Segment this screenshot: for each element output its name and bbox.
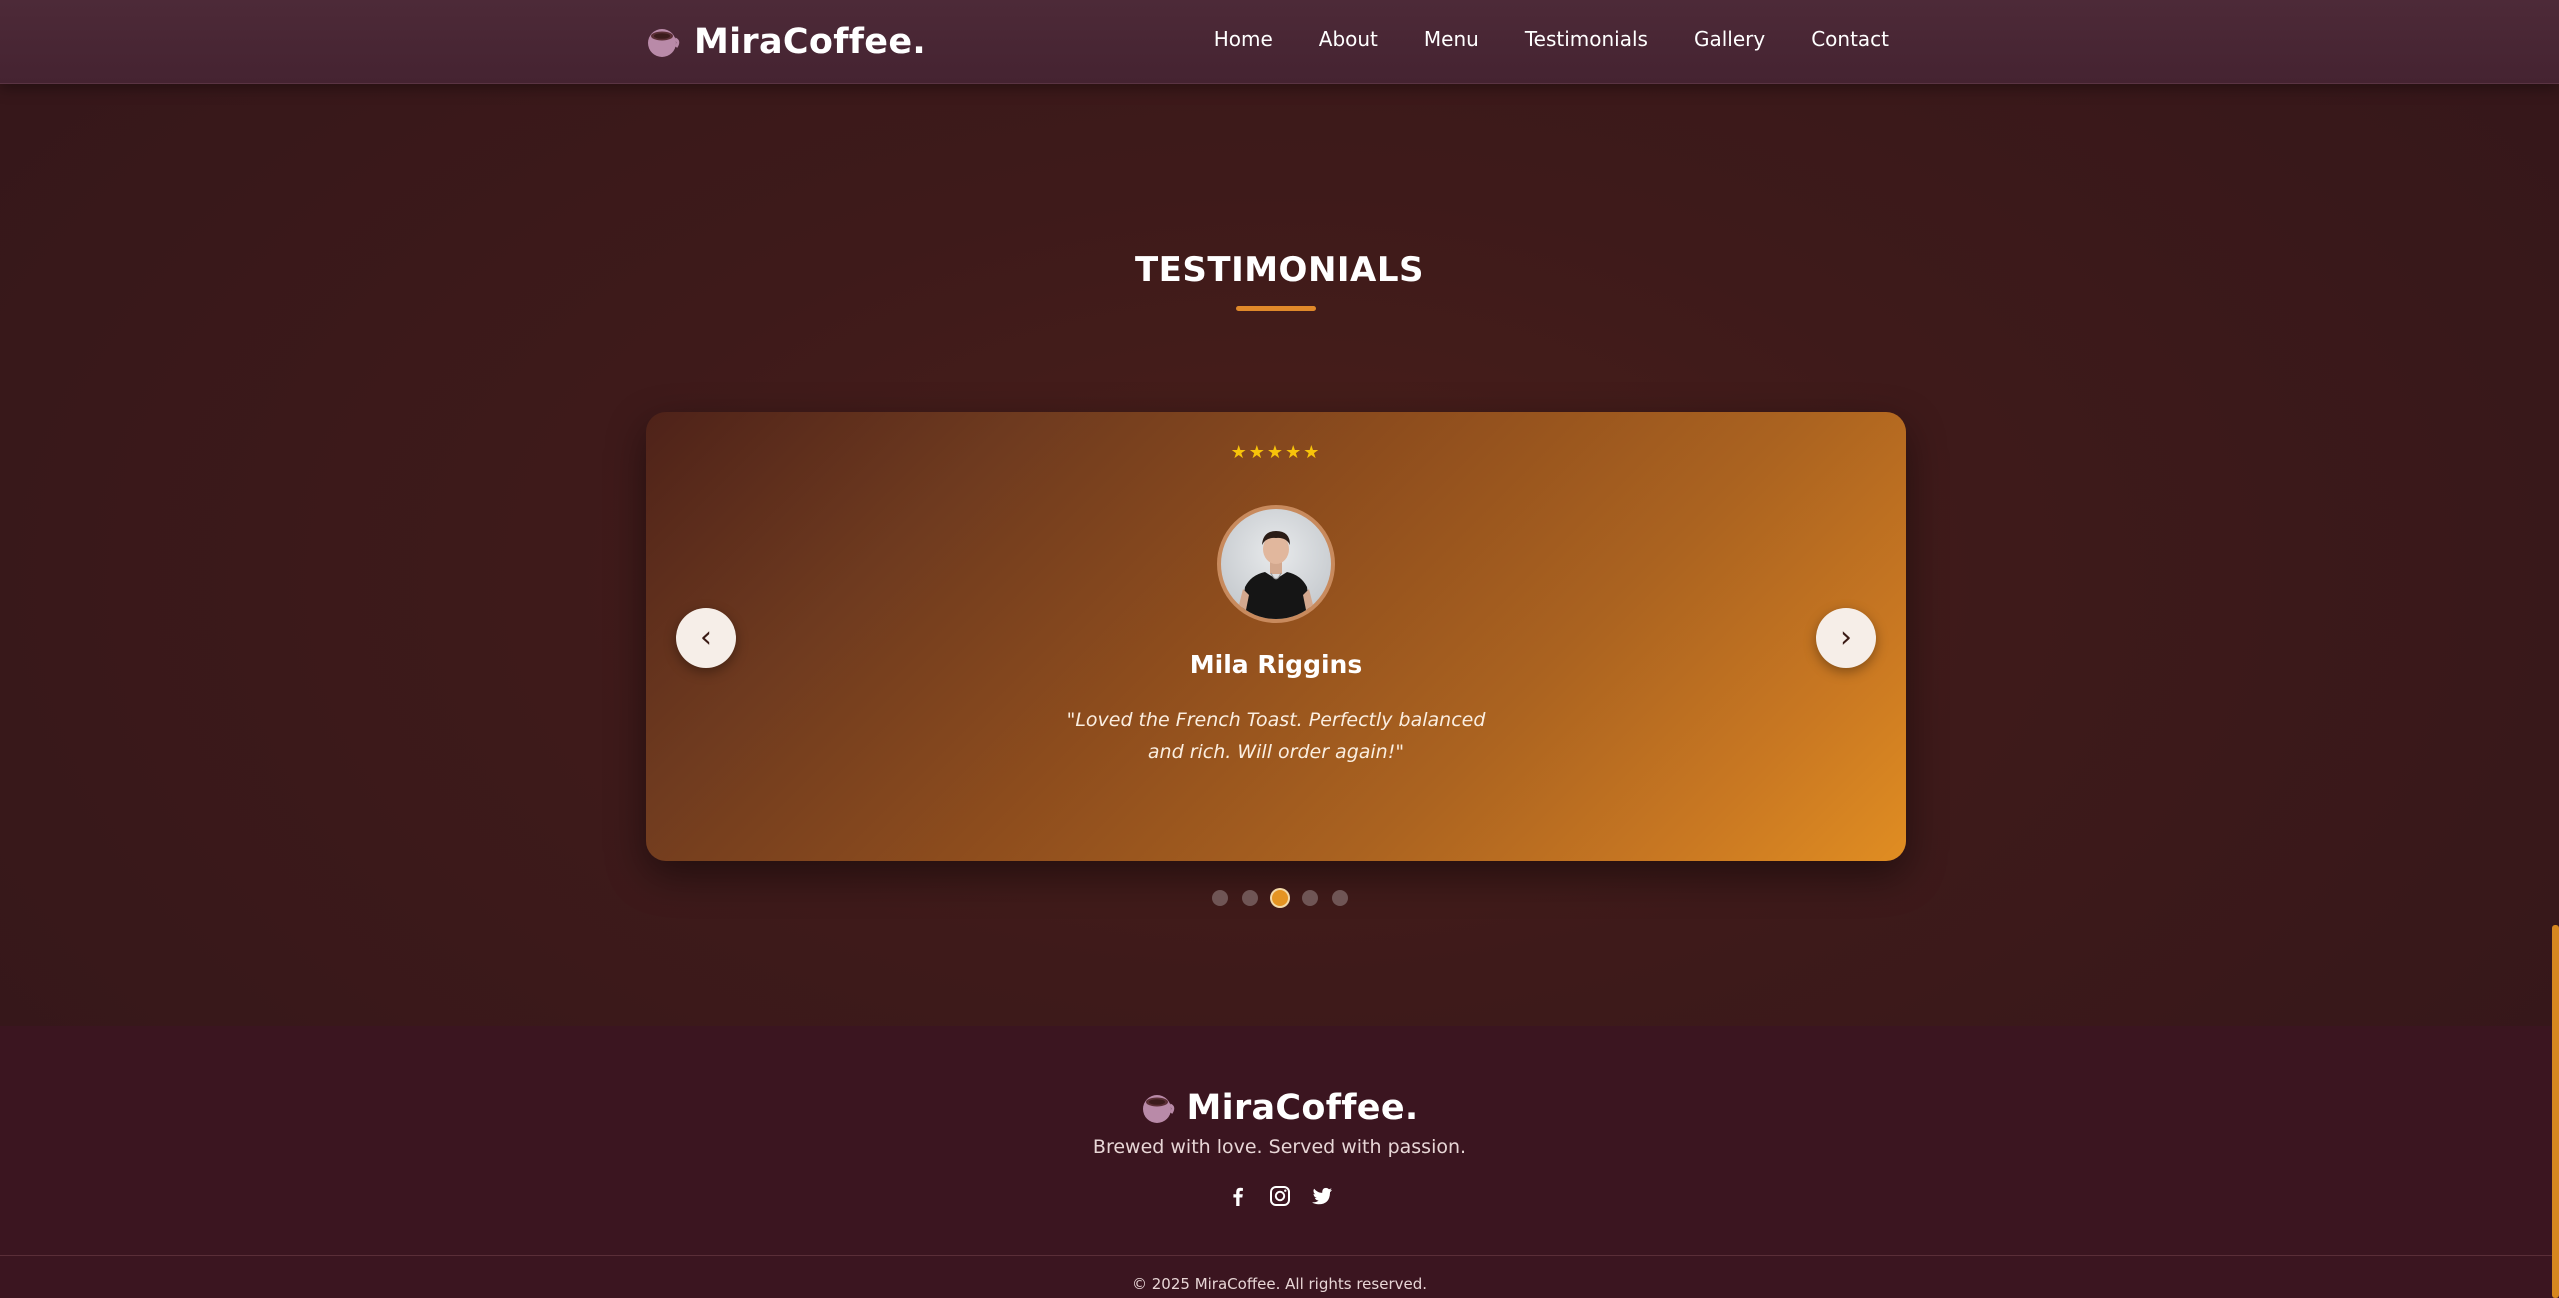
person-photo-icon bbox=[1237, 531, 1315, 619]
carousel-dot-5[interactable] bbox=[1331, 890, 1348, 906]
section-title: TESTIMONIALS bbox=[1134, 250, 1425, 290]
instagram-icon[interactable] bbox=[1268, 1184, 1292, 1208]
carousel-dots bbox=[0, 890, 2559, 906]
footer-divider bbox=[0, 1255, 2559, 1256]
nav-link-gallery[interactable]: Gallery bbox=[1694, 24, 1765, 54]
coffee-cup-icon bbox=[648, 29, 680, 57]
footer-tagline: Brewed with love. Served with passion. bbox=[1092, 1136, 1467, 1158]
brand-name: MiraCoffee. bbox=[694, 22, 926, 62]
brand-logo[interactable]: MiraCoffee. bbox=[646, 18, 926, 66]
scrollbar-thumb[interactable] bbox=[2552, 925, 2559, 1298]
carousel-dot-2[interactable] bbox=[1241, 890, 1258, 906]
social-links bbox=[0, 1184, 2559, 1208]
twitter-icon[interactable] bbox=[1310, 1184, 1334, 1208]
coffee-cup-icon bbox=[1142, 1095, 1174, 1123]
footer-brand-name: MiraCoffee. bbox=[1186, 1088, 1419, 1128]
nav-link-testimonials[interactable]: Testimonials bbox=[1525, 24, 1648, 54]
testimonial-quote: "Loved the French Toast. Perfectly balan… bbox=[1066, 709, 1486, 763]
footer: MiraCoffee. Brewed with love. Served wit… bbox=[0, 1026, 2559, 1298]
facebook-icon[interactable] bbox=[1226, 1184, 1250, 1208]
carousel-dot-4[interactable] bbox=[1301, 890, 1318, 906]
footer-brand: MiraCoffee. bbox=[0, 1088, 2559, 1128]
testimonial-card: ★★★★★ Mila Riggins "Loved the French Toa… bbox=[646, 412, 1906, 861]
carousel-dot-1[interactable] bbox=[1211, 890, 1228, 906]
nav-link-contact[interactable]: Contact bbox=[1811, 24, 1889, 54]
nav-link-about[interactable]: About bbox=[1319, 24, 1378, 54]
prev-slide-button[interactable]: ‹ bbox=[676, 608, 736, 668]
next-slide-button[interactable]: › bbox=[1816, 608, 1876, 668]
nav-menu: Home About Menu Testimonials Gallery Con… bbox=[1214, 24, 1889, 54]
reviewer-name: Mila Riggins bbox=[1189, 650, 1363, 679]
carousel-dot-3[interactable] bbox=[1271, 890, 1288, 906]
title-underline bbox=[1236, 306, 1316, 311]
rating-stars: ★★★★★ bbox=[1230, 442, 1322, 463]
copyright-text: © 2025 MiraCoffee. All rights reserved. bbox=[1131, 1275, 1428, 1293]
avatar bbox=[1217, 505, 1335, 623]
nav-link-home[interactable]: Home bbox=[1214, 24, 1273, 54]
nav-link-menu[interactable]: Menu bbox=[1424, 24, 1479, 54]
navbar: MiraCoffee. Home About Menu Testimonials… bbox=[0, 0, 2559, 84]
